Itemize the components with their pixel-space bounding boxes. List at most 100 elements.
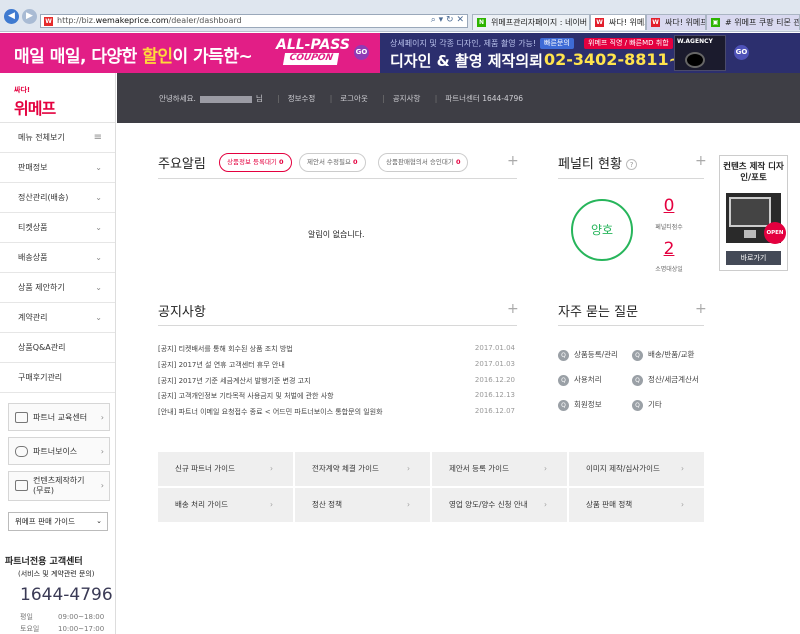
menu-qna[interactable]: 상품Q&A관리 [0, 333, 115, 363]
faq-label: 사용처리 [574, 375, 602, 384]
tab-label: # 위메프 쿠팡 티몬 관리 [725, 18, 800, 27]
menu-product-proposal[interactable]: 상품 제안하기 ⌄ [0, 273, 115, 303]
question-icon: Q [632, 349, 643, 361]
direct-md-badge: 위메프 직영 / 빠른MD 취합 [584, 38, 673, 49]
faq-label: 기타 [648, 400, 662, 409]
notice-item[interactable]: [공지] 티켓배서를 통해 회수된 상품 조치 방법 2017.01.04 [158, 344, 515, 358]
faq-settlement-invoice[interactable]: Q 정산/세금계산서 [632, 374, 699, 386]
monitor-icon [15, 412, 28, 423]
question-icon: Q [558, 374, 569, 386]
tab-label: 상품판매협의서 승인대기 [386, 158, 454, 166]
logo-tagline: 싸다! [14, 86, 31, 94]
menu-ticket-products[interactable]: 티켓상품 ⌄ [0, 213, 115, 243]
logout-link[interactable]: 로그아웃 [340, 94, 368, 103]
menu-contract[interactable]: 계약관리 ⌄ [0, 303, 115, 333]
tab-pending-product-info[interactable]: 상품정보 등록대기 0 [219, 153, 292, 172]
divider [558, 178, 704, 179]
coupon-banner[interactable]: 매일 매일, 다양한 할인이 가득한~ ALL-PASS COUPON GO [0, 33, 380, 73]
notice-item[interactable]: [공지] 고객개인정보 기타목적 사용금지 및 처벌에 관한 사항 2016.12… [158, 391, 515, 405]
button-label: 컨텐츠제작하기 (무료) [33, 476, 85, 495]
forward-icon[interactable]: ▶ [22, 9, 37, 24]
guide-e-contract[interactable]: 전자계약 체결 가이드 › [295, 452, 430, 486]
sidebar: 싸다! 위메프 메뉴 전체보기 ≡ 판매정보 ⌄ 정산관리(배송) ⌄ 티켓상품 ⌄ 배… [0, 73, 116, 634]
divider [158, 325, 517, 326]
menu-all[interactable]: 메뉴 전체보기 ≡ [0, 123, 115, 153]
redacted-username [199, 95, 252, 103]
edit-profile-link[interactable]: 정보수정 [288, 94, 316, 103]
menu-label: 메뉴 전체보기 [18, 133, 65, 142]
coupon-title: ALL-PASS [276, 37, 350, 53]
browser-toolbar: ◀ ▶ W http://biz.wemakeprice.com/dealer/… [0, 0, 800, 32]
menu-sales-info[interactable]: 판매정보 ⌄ [0, 153, 115, 183]
monitor-stand [744, 230, 756, 238]
menu-label: 구매후기관리 [18, 373, 63, 382]
guide-image[interactable]: 이미지 제작/심사가이드 › [569, 452, 704, 486]
faq-etc[interactable]: Q 기타 [632, 399, 662, 411]
notice-item[interactable]: [공지] 2017년 기준 세금계산서 발행기준 변경 고지 2016.12.20 [158, 376, 515, 390]
chevron-right-icon: › [270, 464, 273, 473]
guide-select[interactable]: 위메프 판매 가이드 ⌄ [8, 512, 108, 531]
partner-voice-button[interactable]: 파트너보이스 › [8, 437, 110, 465]
guide-settlement-policy[interactable]: 정산 정책 › [295, 488, 430, 522]
browser-tab[interactable]: ▣ # 위메프 쿠팡 티몬 관리 [706, 14, 800, 30]
banner-go-button[interactable]: GO [354, 45, 369, 60]
notice-title: [안내] 파트너 이메일 요청접수 종료 < 어드민 파트너보이스 통합문의 일… [158, 408, 383, 416]
notice-link[interactable]: 공지사항 [393, 94, 421, 103]
cs-hours-weekday: 평일 09:00~18:00 [20, 612, 104, 622]
chevron-right-icon: › [407, 500, 410, 509]
faq-member-info[interactable]: Q 회원정보 [558, 399, 602, 411]
help-icon[interactable]: ? [626, 159, 638, 170]
design-banner-phone: 02-3402-8811~2 [544, 50, 694, 69]
naver-favicon-icon: N [477, 18, 486, 27]
tab-proposal-revision[interactable]: 제안서 수정필요 0 [299, 153, 366, 172]
menu-settlement[interactable]: 정산관리(배송) ⌄ [0, 183, 115, 213]
ad-go-button[interactable]: 바로가기 [726, 251, 781, 265]
address-bar[interactable]: W http://biz.wemakeprice.com/dealer/dash… [40, 14, 468, 28]
faq-more-icon[interactable]: + [695, 301, 707, 317]
notice-title: [공지] 2017년 설 연휴 고객센터 휴무 안내 [158, 361, 285, 369]
menu-label: 계약관리 [18, 313, 48, 322]
guide-shipping[interactable]: 배송 처리 가이드 › [158, 488, 293, 522]
banner-go-button[interactable]: GO [734, 45, 749, 60]
button-label: 파트너보이스 [33, 446, 78, 456]
browser-tab[interactable]: W 싸다! 위메프 [646, 14, 706, 30]
content-production-button[interactable]: 컨텐츠제작하기 (무료) › [8, 471, 110, 501]
notices-more-icon[interactable]: + [507, 301, 519, 317]
notice-item[interactable]: [공지] 2017년 설 연휴 고객센터 휴무 안내 2017.01.03 [158, 360, 515, 374]
guide-new-partner[interactable]: 신규 파트너 가이드 › [158, 452, 293, 486]
browser-tab-active[interactable]: W 싸다! 위메프 [590, 14, 646, 30]
browser-tab[interactable]: N 위메프관리자페이지 : 네이버 ... [472, 14, 590, 30]
guide-product-policy[interactable]: 상품 판매 정책 › [569, 488, 704, 522]
guide-business-transfer[interactable]: 영업 양도/양수 신청 안내 › [432, 488, 567, 522]
menu-reviews[interactable]: 구매후기관리 [0, 363, 115, 393]
logo[interactable]: 싸다! 위메프 [0, 73, 115, 123]
address-actions-icon[interactable]: ⌕ ▾ ↻ ✕ [431, 15, 464, 25]
faq-shipping-returns[interactable]: Q 배송/반품/교환 [632, 349, 694, 361]
chevron-down-icon: ⌄ [95, 163, 102, 172]
penalty-count[interactable]: 2 [644, 239, 694, 259]
faq-usage[interactable]: Q 사용처리 [558, 374, 602, 386]
notice-item[interactable]: [안내] 파트너 이메일 요청접수 종료 < 어드민 파트너보이스 통합문의 일… [158, 407, 515, 421]
content-production-ad[interactable]: 컨텐츠 제작 디자인/포토 OPEN 바로가기 [719, 155, 788, 271]
chevron-down-icon: ⌄ [95, 313, 102, 322]
address-url: http://biz.wemakeprice.com/dealer/dashbo… [57, 16, 242, 25]
notice-title: [공지] 티켓배서를 통해 회수된 상품 조치 방법 [158, 345, 293, 353]
tab-sales-agreement[interactable]: 상품판매협의서 승인대기 0 [378, 153, 469, 172]
back-icon[interactable]: ◀ [4, 9, 19, 24]
greeting: 안녕하세요. [159, 94, 196, 103]
promo-banner[interactable]: 매일 매일, 다양한 할인이 가득한~ ALL-PASS COUPON GO 상… [0, 33, 800, 73]
faq-title: 자주 묻는 질문 [558, 305, 639, 320]
blog-favicon-icon: ▣ [711, 18, 720, 27]
education-center-button[interactable]: 파트너 교육센터 › [8, 403, 110, 431]
faq-product-registration[interactable]: Q 상품등록/관리 [558, 349, 618, 361]
tab-count: 0 [353, 158, 358, 166]
penalty-score[interactable]: 0 [644, 196, 694, 216]
menu-shipping-products[interactable]: 배송상품 ⌄ [0, 243, 115, 273]
dashboard-content: 주요알림 상품정보 등록대기 0 제안서 수정필요 0 상품판매협의서 승인대기… [117, 123, 800, 634]
chevron-right-icon: › [544, 464, 547, 473]
alerts-more-icon[interactable]: + [507, 153, 519, 169]
penalty-more-icon[interactable]: + [695, 153, 707, 169]
guide-proposal[interactable]: 제안서 등록 가이드 › [432, 452, 567, 486]
chevron-down-icon: ⌄ [96, 517, 102, 525]
design-banner[interactable]: 상세페이지 및 각종 디자인, 제품 촬영 가능! 빠른문의 위메프 직영 / … [380, 33, 800, 73]
